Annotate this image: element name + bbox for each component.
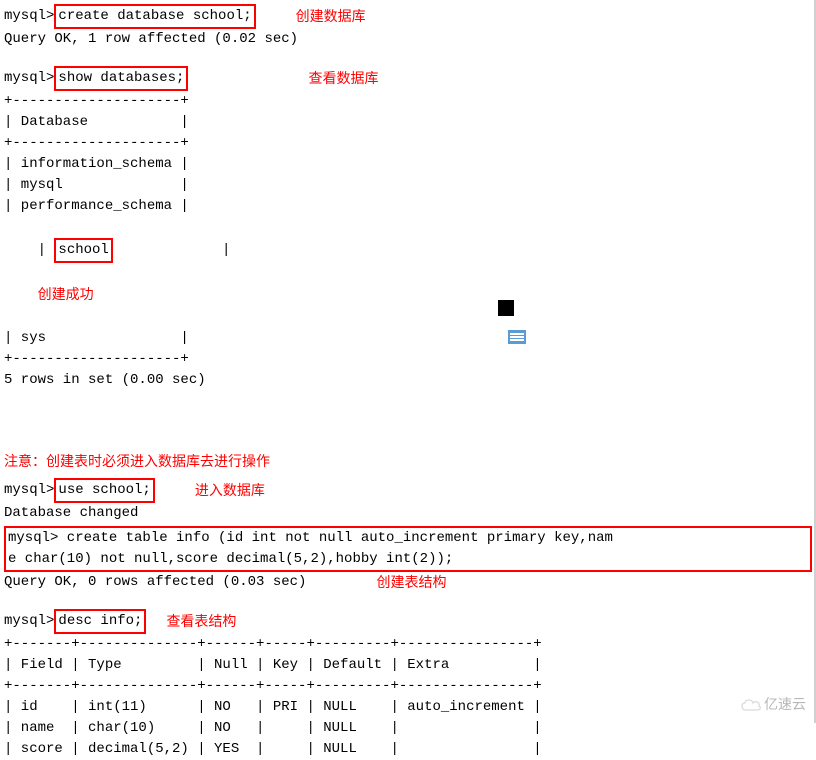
table-border: +--------------------+ [4,349,812,370]
table-header: | Field | Type | Null | Key | Default | … [4,655,812,676]
table-border: +--------------------+ [4,133,812,154]
create-db-line: mysql> create database school; 创建数据库 [4,4,812,29]
table-row: | mysql | [4,175,812,196]
desc-info-command: desc info; [54,609,146,634]
table-row: | performance_schema | [4,196,812,217]
prompt: mysql> [4,480,54,501]
school-annotation: 创建成功 [38,286,94,302]
row-prefix: | [38,242,55,258]
gap [4,50,812,66]
table-header: | Database | [4,112,812,133]
create-table-result: Query OK, 0 rows affected (0.03 sec) [4,572,306,593]
create-table-line1: mysql> create table info (id int not nul… [8,528,808,549]
table-row: | information_schema | [4,154,812,175]
table-border: +-------+--------------+------+-----+---… [4,676,812,697]
row-suffix: | [113,242,231,258]
gap [4,593,812,609]
school-boxed: school [54,238,112,263]
prompt: mysql> [4,68,54,89]
prompt: mysql> [4,6,54,27]
create-table-annotation: 创建表结构 [376,572,446,593]
show-db-line: mysql> show databases; 查看数据库 [4,66,812,91]
table-row: | score | decimal(5,2) | YES | | NULL | … [4,739,812,760]
create-db-result: Query OK, 1 row affected (0.02 sec) [4,29,812,50]
section-show-databases: mysql> show databases; 查看数据库 +----------… [4,66,812,391]
cursor-icon [498,300,514,316]
table-row-school: | school | 创建成功 [4,217,812,328]
create-table-line2: e char(10) not null,score decimal(5,2),h… [8,549,808,570]
table-row: | sys | [4,328,812,349]
desc-info-annotation: 查看表结构 [166,611,236,632]
create-db-command: create database school; [54,4,255,29]
use-school-result: Database changed [4,503,812,524]
gap [4,391,812,451]
hamburger-icon[interactable] [508,330,526,344]
watermark-text: 亿速云 [764,694,806,715]
section-use-school: mysql> use school; 进入数据库 Database change… [4,478,812,524]
watermark: 亿速云 [740,694,806,715]
show-db-result: 5 rows in set (0.00 sec) [4,370,812,391]
show-db-annotation: 查看数据库 [308,68,378,89]
table-border: +-------+--------------+------+-----+---… [4,634,812,655]
table-border: +--------------------+ [4,91,812,112]
note-warning: 注意：创建表时必须进入数据库去进行操作 [4,451,812,472]
cloud-icon [740,698,762,712]
show-db-command: show databases; [54,66,188,91]
section-create-database: mysql> create database school; 创建数据库 Que… [4,4,812,50]
prompt: mysql> [4,611,54,632]
table-row: | id | int(11) | NO | PRI | NULL | auto_… [4,697,812,718]
section-desc-info: mysql> desc info; 查看表结构 +-------+-------… [4,609,812,760]
create-table-box: mysql> create table info (id int not nul… [4,526,812,572]
use-school-annotation: 进入数据库 [195,480,265,501]
create-table-result-line: Query OK, 0 rows affected (0.03 sec) 创建表… [4,572,812,593]
use-school-line: mysql> use school; 进入数据库 [4,478,812,503]
desc-info-line: mysql> desc info; 查看表结构 [4,609,812,634]
create-db-annotation: 创建数据库 [296,6,366,27]
use-school-command: use school; [54,478,154,503]
table-row: | name | char(10) | NO | | NULL | | [4,718,812,739]
